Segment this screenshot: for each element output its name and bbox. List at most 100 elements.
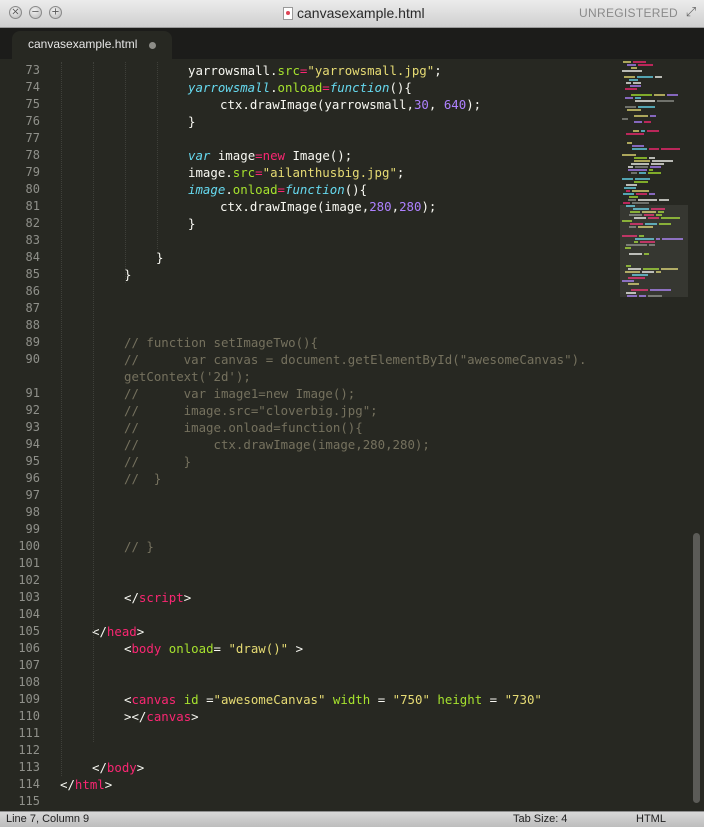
zoom-window-button[interactable]: + <box>49 6 62 19</box>
code-line[interactable]: image.onload=function(){ <box>188 181 367 198</box>
code-token: = <box>482 692 505 707</box>
minimap-line <box>631 163 649 165</box>
minimap-line <box>667 94 678 96</box>
code-line[interactable]: // function setImageTwo(){ <box>124 334 318 351</box>
syntax-selector[interactable]: HTML <box>636 813 666 825</box>
code-line[interactable]: <canvas id ="awesomeCanvas" width = "750… <box>124 691 542 708</box>
code-token: onload <box>168 641 214 656</box>
code-line[interactable]: // } <box>124 470 161 487</box>
code-line[interactable]: ctx.drawImage(image,280,280); <box>220 198 436 215</box>
minimap-line <box>659 199 669 201</box>
code-line[interactable]: // var image1=new Image(); <box>124 385 355 402</box>
code-line[interactable]: ></canvas> <box>124 708 199 725</box>
code-area[interactable]: yarrowsmall.src="yarrowsmall.jpg"; yarrow… <box>60 59 616 811</box>
code-token: // var canvas = document.getElementById(… <box>124 352 587 367</box>
minimap-line <box>650 166 661 168</box>
code-line[interactable]: </script> <box>124 589 191 606</box>
vertical-scrollbar[interactable] <box>693 59 701 811</box>
line-number: 108 <box>18 675 40 689</box>
code-editor[interactable]: 73 74 75 76 77 78 79 80 81 82 83 84 85 86 87 88 89 90 91 92… <box>0 59 704 811</box>
code-token: = <box>255 165 263 180</box>
code-token: image. <box>188 165 233 180</box>
minimap-line <box>635 166 648 168</box>
indent-guide <box>125 62 126 283</box>
code-line[interactable]: </body> <box>92 759 144 776</box>
code-line[interactable]: // } <box>124 538 154 555</box>
code-line[interactable]: yarrowsmall.src="yarrowsmall.jpg"; <box>188 62 442 79</box>
code-line[interactable]: // image.src="cloverbig.jpg"; <box>124 402 378 419</box>
code-line[interactable]: </html> <box>60 776 112 793</box>
code-token: src <box>232 165 256 180</box>
minimap-line <box>625 88 637 90</box>
minimap-viewport[interactable] <box>620 205 688 297</box>
tab-canvasexample[interactable]: canvasexample.html <box>12 31 172 59</box>
scrollbar-thumb[interactable] <box>693 533 700 803</box>
minimap-line <box>628 166 633 168</box>
code-line[interactable]: </head> <box>92 623 144 640</box>
tab-bar: canvasexample.html <box>0 28 704 59</box>
minimap-line <box>634 157 647 159</box>
line-number: 106 <box>18 641 40 655</box>
code-line[interactable]: } <box>156 249 163 266</box>
code-token: Image(); <box>285 148 353 163</box>
minimap-line <box>641 130 645 132</box>
line-number: 92 <box>25 403 40 417</box>
minimap-line <box>622 70 642 72</box>
code-token: // } <box>124 454 192 469</box>
code-token: (){ <box>389 80 412 95</box>
minimap-line <box>625 106 636 108</box>
minimap-line <box>634 160 650 162</box>
code-line[interactable]: <body onload= "draw()" > <box>124 640 303 657</box>
code-token: body <box>106 760 137 775</box>
line-number: 90 <box>25 352 40 366</box>
code-token: "730" <box>504 692 542 707</box>
code-token: getContext('2d'); <box>124 369 251 384</box>
line-number: 94 <box>25 437 40 451</box>
code-token: head <box>106 624 137 639</box>
minimap-line <box>622 118 628 120</box>
line-number: 112 <box>18 743 40 757</box>
code-line[interactable]: } <box>188 113 195 130</box>
minimap-line <box>655 76 662 78</box>
code-line[interactable]: getContext('2d'); <box>124 368 251 385</box>
code-token: yarrowsmall. <box>188 63 278 78</box>
minimap-line <box>649 169 653 171</box>
code-line[interactable]: ctx.drawImage(yarrowsmall,30, 640); <box>220 96 481 113</box>
code-line[interactable]: } <box>188 215 195 232</box>
tab-size-selector[interactable]: Tab Size: 4 <box>513 813 567 825</box>
fullscreen-icon[interactable]: ⤢ <box>684 6 698 20</box>
minimap-line <box>639 172 646 174</box>
minimap-line <box>630 85 641 87</box>
code-token: = <box>213 641 229 656</box>
code-token: // } <box>124 539 154 554</box>
code-line[interactable]: image.src="ailanthusbig.jpg"; <box>188 164 404 181</box>
code-line[interactable]: // var canvas = document.getElementById(… <box>124 351 587 368</box>
minimap-line <box>636 193 647 195</box>
line-number: 96 <box>25 471 40 485</box>
indent-guide <box>93 62 94 742</box>
line-number: 99 <box>25 522 40 536</box>
code-line[interactable]: // } <box>124 453 191 470</box>
close-icon: × <box>11 6 20 17</box>
minimap-line <box>657 100 674 102</box>
code-line[interactable]: // image.onload=function(){ <box>124 419 363 436</box>
code-line[interactable]: // ctx.drawImage(image,280,280); <box>124 436 430 453</box>
line-number: 88 <box>25 318 40 332</box>
line-number: 98 <box>25 505 40 519</box>
close-window-button[interactable]: × <box>9 6 22 19</box>
line-number: 101 <box>18 556 40 570</box>
code-line[interactable]: yarrowsmall.onload=function(){ <box>188 79 412 96</box>
code-token: ></ <box>124 709 147 724</box>
minimap-line <box>634 115 648 117</box>
code-line[interactable]: var image=new Image(); <box>188 147 352 164</box>
minimize-window-button[interactable]: − <box>29 6 42 19</box>
code-token: image <box>188 182 226 197</box>
line-number <box>0 368 40 385</box>
unsaved-dot-icon[interactable] <box>149 42 156 49</box>
code-token: , <box>428 97 444 112</box>
code-token: height <box>437 692 483 707</box>
minimap-line <box>624 76 635 78</box>
line-number: 103 <box>18 590 40 604</box>
minimap-line <box>638 106 655 108</box>
